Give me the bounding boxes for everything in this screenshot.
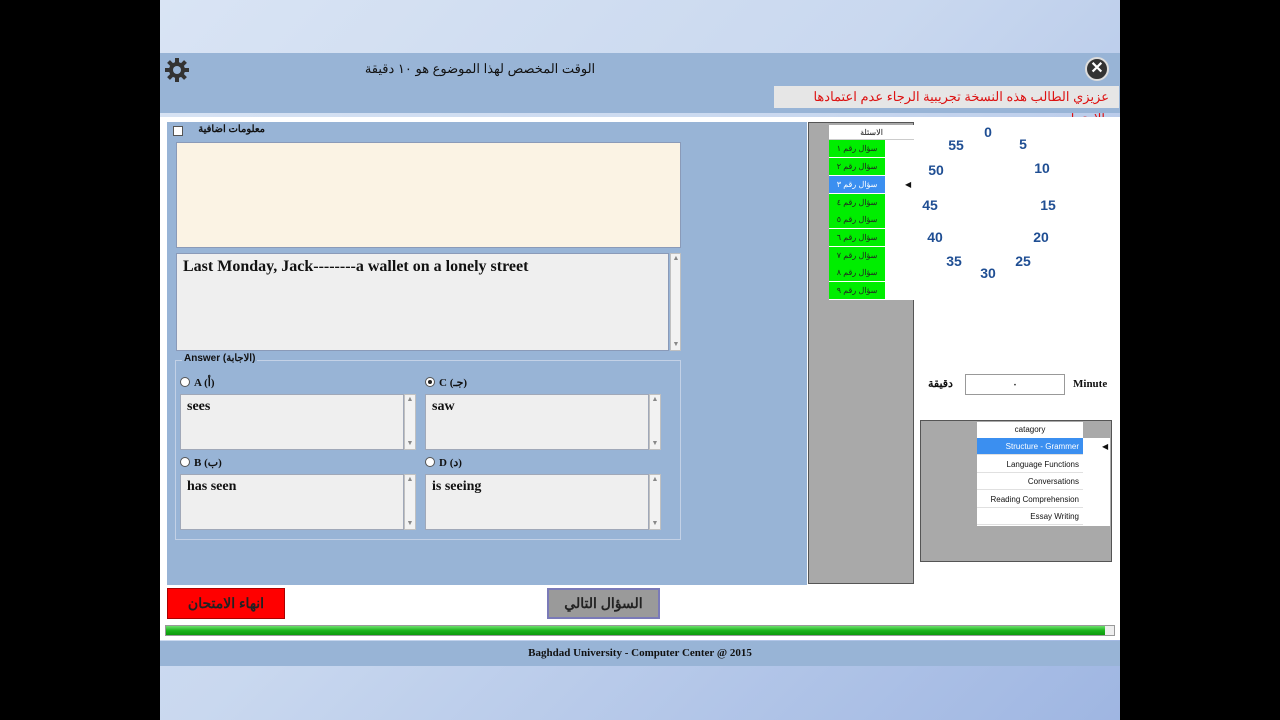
- timer-tick: 30: [980, 265, 996, 281]
- question-item-3[interactable]: سؤال رقم ٣: [829, 176, 885, 193]
- list-item[interactable]: سؤال رقم ٧: [829, 247, 914, 265]
- radio-icon[interactable]: [425, 457, 435, 467]
- option-b-label: B (ب): [194, 457, 222, 469]
- list-item[interactable]: Essay Writing: [977, 508, 1110, 526]
- option-c-label: C (جـ): [439, 377, 468, 389]
- extra-info-label: معلومات اضافية: [198, 124, 265, 135]
- timer-tick: 0: [984, 124, 992, 140]
- option-b-radio[interactable]: B (ب): [180, 456, 222, 469]
- option-a-text: sees: [180, 394, 404, 450]
- list-item[interactable]: سؤال رقم ١: [829, 140, 914, 158]
- list-item[interactable]: Reading Comprehension: [977, 491, 1110, 509]
- option-c-text: saw: [425, 394, 649, 450]
- question-item-4[interactable]: سؤال رقم ٤: [829, 194, 885, 211]
- questions-list-header: الاسئلة: [829, 125, 914, 140]
- questions-list: الاسئلة سؤال رقم ١ سؤال رقم ٢ سؤال رقم ٣…: [808, 122, 914, 584]
- list-item[interactable]: Language Functions: [977, 456, 1110, 474]
- category-item-conversations[interactable]: Conversations: [977, 473, 1083, 490]
- category-item-reading[interactable]: Reading Comprehension: [977, 491, 1083, 508]
- option-b-scrollbar[interactable]: ▲ ▼: [404, 474, 416, 530]
- option-a-radio[interactable]: A (أ): [180, 376, 214, 389]
- timer-tick: 15: [1040, 197, 1056, 213]
- timer-tick: 40: [927, 229, 943, 245]
- radio-selected-icon[interactable]: [425, 377, 435, 387]
- option-b-text: has seen: [180, 474, 404, 530]
- question-item-6[interactable]: سؤال رقم ٦: [829, 229, 885, 246]
- end-exam-button[interactable]: انهاء الامتحان: [167, 588, 285, 619]
- category-list: catagory Structure - Grammer ◀ Language F…: [920, 420, 1112, 562]
- timer-tick: 10: [1034, 160, 1050, 176]
- category-item-essay[interactable]: Essay Writing: [977, 508, 1083, 525]
- minute-field[interactable]: ٠: [965, 374, 1065, 395]
- list-item[interactable]: سؤال رقم ٣ ◀: [829, 176, 914, 194]
- option-d-radio[interactable]: D (د): [425, 456, 462, 469]
- time-allowed-title: الوقت المخصص لهذا الموضوع هو ١٠ دقيقة: [364, 61, 596, 76]
- progress-fill: [166, 626, 1105, 635]
- exam-window: الوقت المخصص لهذا الموضوع هو ١٠ دقيقة ✕ …: [160, 0, 1120, 720]
- option-c-radio[interactable]: C (جـ): [425, 376, 467, 389]
- timer-tick: 45: [922, 197, 938, 213]
- list-item[interactable]: سؤال رقم ٥: [829, 211, 914, 229]
- category-item-language-functions[interactable]: Language Functions: [977, 456, 1083, 473]
- current-row-icon: ◀: [905, 180, 912, 189]
- question-panel: معلومات اضافية Last Monday, Jack--------…: [167, 122, 807, 585]
- question-item-7[interactable]: سؤال رقم ٧: [829, 247, 885, 264]
- radio-icon[interactable]: [180, 457, 190, 467]
- list-item[interactable]: سؤال رقم ٨: [829, 264, 914, 282]
- extra-info-checkbox[interactable]: [173, 126, 183, 136]
- option-d-scrollbar[interactable]: ▲ ▼: [649, 474, 661, 530]
- list-item[interactable]: سؤال رقم ٩: [829, 282, 914, 300]
- question-item-9[interactable]: سؤال رقم ٩: [829, 282, 885, 299]
- trial-warning: عزيزي الطالب هذه النسخة تجريبية الرجاء ع…: [774, 86, 1119, 126]
- timer-tick: 5: [1019, 136, 1027, 152]
- question-item-2[interactable]: سؤال رقم ٢: [829, 158, 885, 175]
- list-item[interactable]: سؤال رقم ٤: [829, 194, 914, 212]
- question-item-5[interactable]: سؤال رقم ٥: [829, 211, 885, 228]
- current-row-icon: ◀: [1102, 442, 1109, 451]
- header-bar: الوقت المخصص لهذا الموضوع هو ١٠ دقيقة ✕ …: [160, 53, 1120, 126]
- answer-legend: Answer (الاجابة): [182, 353, 258, 364]
- timer-tick: 50: [928, 162, 944, 178]
- extra-info-box: [176, 142, 681, 248]
- question-item-8[interactable]: سؤال رقم ٨: [829, 264, 885, 281]
- option-d-label: D (د): [439, 457, 462, 469]
- question-text: Last Monday, Jack--------a wallet on a l…: [176, 253, 669, 351]
- option-c-scrollbar[interactable]: ▲ ▼: [649, 394, 661, 450]
- list-item[interactable]: سؤال رقم ٦: [829, 229, 914, 247]
- timer-tick: 55: [948, 137, 964, 153]
- option-a-label: A (أ): [194, 377, 215, 389]
- option-d-text: is seeing: [425, 474, 649, 530]
- question-item-1[interactable]: سؤال رقم ١: [829, 140, 885, 157]
- answer-group: Answer (الاجابة) A (أ) sees ▲ ▼ C (جـ) sa…: [175, 353, 681, 540]
- timer-tick: 20: [1033, 229, 1049, 245]
- footer: Baghdad University - Computer Center @ 2…: [160, 641, 1120, 666]
- next-question-button[interactable]: السؤال التالي: [547, 588, 660, 619]
- radio-icon[interactable]: [180, 377, 190, 387]
- timer-tick: 25: [1015, 253, 1031, 269]
- question-scrollbar[interactable]: ▲ ▼: [670, 253, 681, 351]
- list-item[interactable]: سؤال رقم ٢: [829, 158, 914, 176]
- progress-bar: [165, 625, 1115, 636]
- category-header: catagory: [977, 422, 1083, 438]
- option-a-scrollbar[interactable]: ▲ ▼: [404, 394, 416, 450]
- close-icon[interactable]: ✕: [1085, 57, 1109, 81]
- category-item-grammar[interactable]: Structure - Grammer: [977, 438, 1083, 455]
- list-item[interactable]: Structure - Grammer ◀: [977, 438, 1110, 456]
- timer-tick: 35: [946, 253, 962, 269]
- list-item[interactable]: Conversations: [977, 473, 1110, 491]
- minute-label: Minute: [1073, 378, 1108, 390]
- minute-label-ar: دقيقة: [928, 378, 953, 390]
